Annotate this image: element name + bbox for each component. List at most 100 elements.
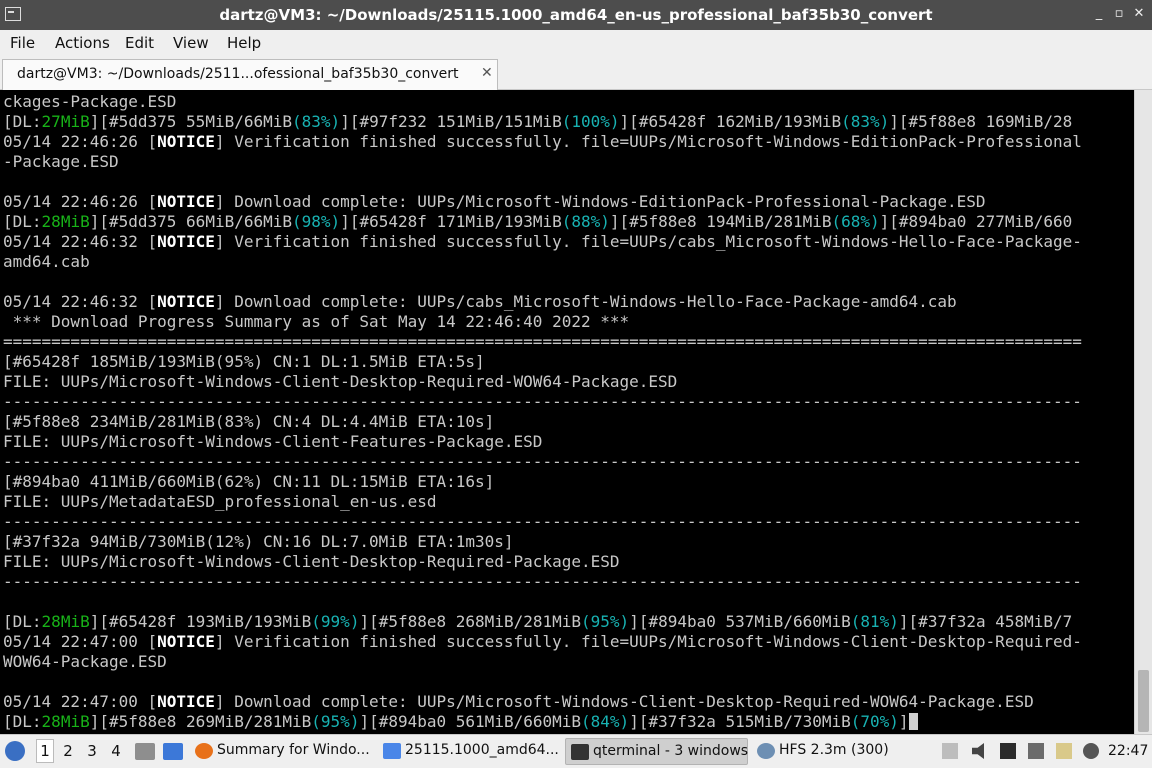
terminal-text: (95%)	[581, 612, 630, 631]
minimize-button[interactable]: _	[1090, 5, 1108, 23]
terminal-text: ] Download complete: UUPs/cabs_Microsoft…	[214, 292, 957, 311]
terminal-text: (95%)	[311, 712, 360, 731]
clipboard-icon[interactable]	[1056, 743, 1072, 759]
terminal-text: #65428f 171MiB/193MiB	[359, 212, 562, 231]
power-icon[interactable]	[1083, 743, 1099, 759]
task-label: 25115.1000_amd64...	[405, 742, 559, 758]
menu-file[interactable]: File	[10, 34, 35, 52]
terminal-line: [#37f32a 94MiB/730MiB(12%) CN:16 DL:7.0M…	[3, 532, 514, 552]
terminal-text: [	[3, 712, 13, 731]
terminal-text: DL:	[12, 112, 42, 131]
menu-actions[interactable]: Actions	[55, 34, 110, 52]
terminal-text: NOTICE	[157, 132, 215, 151]
terminal-text: DL:	[12, 712, 42, 731]
terminal-line: [#894ba0 411MiB/660MiB(62%) CN:11 DL:15M…	[3, 472, 494, 492]
tab-terminal[interactable]: dartz@VM3: ~/Downloads/2511...ofessional…	[2, 59, 498, 90]
menu-help[interactable]: Help	[227, 34, 261, 52]
terminal-line: [DL:27MiB][#5dd375 55MiB/66MiB(83%)][#97…	[3, 112, 1072, 132]
menu-edit[interactable]: Edit	[125, 34, 154, 52]
terminal-text: ] Download complete: UUPs/Microsoft-Wind…	[214, 692, 1034, 711]
terminal-text: ][	[879, 212, 899, 231]
terminal-text: ][	[340, 112, 360, 131]
terminal-text: #65428f 193MiB/193MiB	[108, 612, 312, 631]
window-titlebar[interactable]: dartz@VM3: ~/Downloads/25115.1000_amd64_…	[0, 0, 1152, 30]
tab-close-icon[interactable]: ✕	[481, 65, 493, 81]
terminal-text: 28MiB	[41, 712, 90, 731]
terminal-text: ][	[89, 612, 109, 631]
window-title: dartz@VM3: ~/Downloads/25115.1000_amd64_…	[219, 6, 933, 24]
start-menu-icon[interactable]	[5, 741, 25, 761]
terminal-text: (68%)	[831, 212, 880, 231]
hfs-icon	[757, 743, 775, 759]
terminal-text: 05/14 22:46:32 [	[3, 232, 158, 251]
terminal-text: ----------------------------------------…	[3, 452, 1082, 471]
terminal-line: 05/14 22:47:00 [NOTICE] Download complet…	[3, 692, 1034, 712]
file-manager-launcher-icon[interactable]	[135, 743, 155, 760]
tab-strip: dartz@VM3: ~/Downloads/2511...ofessional…	[0, 57, 1152, 90]
terminal-text: ] Verification finished successfully. fi…	[214, 232, 1082, 251]
volume-icon[interactable]	[972, 743, 984, 759]
terminal-line: FILE: UUPs/Microsoft-Windows-Client-Feat…	[3, 432, 542, 452]
desktop-launcher-icon[interactable]	[163, 743, 183, 760]
clock[interactable]: 22:47	[1108, 743, 1148, 759]
terminal-text: 05/14 22:47:00 [	[3, 632, 158, 651]
network-icon[interactable]	[1028, 743, 1044, 759]
terminal-text: #5f88e8 269MiB/281MiB	[108, 712, 312, 731]
terminal-text: (70%)	[850, 712, 899, 731]
hfs-tray-icon[interactable]	[1000, 743, 1016, 759]
terminal-text: 28MiB	[41, 612, 90, 631]
menu-view[interactable]: View	[173, 34, 209, 52]
tray-separator	[942, 743, 958, 759]
terminal-text: [#65428f 185MiB/193MiB(95%) CN:1 DL:1.5M…	[3, 352, 485, 371]
terminal-line: [DL:28MiB][#5f88e8 269MiB/281MiB(95%)][#…	[3, 712, 918, 732]
workspace-3[interactable]: 3	[84, 742, 100, 760]
terminal-line: ----------------------------------------…	[3, 452, 1082, 472]
terminal-text: ----------------------------------------…	[3, 572, 1082, 591]
text-cursor	[908, 713, 918, 730]
task-label: qterminal - 3 windows	[593, 743, 749, 759]
terminal-text: NOTICE	[157, 232, 215, 251]
terminal-text: (88%)	[561, 212, 610, 231]
terminal-line: ----------------------------------------…	[3, 572, 1082, 592]
terminal-text: #5f88e8 268MiB/281MiB	[378, 612, 582, 631]
folder-icon	[383, 743, 401, 759]
terminal-text: [	[3, 212, 13, 231]
terminal-text: NOTICE	[157, 292, 215, 311]
terminal-text: 28MiB	[41, 212, 90, 231]
task-folder[interactable]: 25115.1000_amd64...	[378, 738, 561, 765]
terminal-text: #5f88e8 169MiB/28	[908, 112, 1073, 131]
task-firefox[interactable]: Summary for Windo...	[190, 738, 373, 765]
terminal-text: ========================================…	[3, 332, 1082, 351]
terminal-text: DL:	[12, 612, 42, 631]
terminal-output[interactable]: ckages-Package.ESD [DL:27MiB][#5dd375 55M…	[0, 90, 1134, 734]
terminal-text: ] Verification finished successfully. fi…	[214, 632, 1082, 651]
terminal-line: 05/14 22:46:32 [NOTICE] Verification fin…	[3, 232, 1082, 252]
terminal-text: ----------------------------------------…	[3, 512, 1082, 531]
workspace-1[interactable]: 1	[36, 739, 54, 763]
terminal-line: FILE: UUPs/Microsoft-Windows-Client-Desk…	[3, 552, 620, 572]
terminal-text: ][	[898, 612, 919, 631]
terminal-text: amd64.cab	[3, 252, 90, 271]
terminal-scrollbar[interactable]	[1134, 90, 1152, 734]
close-button[interactable]: ✕	[1130, 5, 1148, 23]
terminal-text: ][	[629, 712, 649, 731]
terminal-line: -Package.ESD	[3, 152, 119, 172]
terminal-icon	[571, 744, 589, 760]
workspace-4[interactable]: 4	[108, 742, 124, 760]
terminal-text: DL:	[12, 212, 42, 231]
terminal-text: ckages-Package.ESD	[3, 92, 177, 111]
terminal-text: WOW64-Package.ESD	[3, 652, 167, 671]
firefox-icon	[195, 743, 213, 759]
workspace-2[interactable]: 2	[60, 742, 76, 760]
scrollbar-thumb[interactable]	[1138, 670, 1149, 732]
terminal-text: FILE: UUPs/MetadataESD_professional_en-u…	[3, 492, 437, 511]
terminal-text: (99%)	[311, 612, 360, 631]
task-hfs[interactable]: HFS 2.3m (300)	[752, 738, 935, 765]
maximize-button[interactable]: ▫	[1110, 5, 1128, 23]
terminal-text: NOTICE	[157, 632, 215, 651]
terminal-text: NOTICE	[157, 692, 215, 711]
terminal-text: #5f88e8 194MiB/281MiB	[629, 212, 832, 231]
task-qterminal[interactable]: qterminal - 3 windows	[565, 738, 748, 765]
terminal-text: #894ba0 277MiB/660	[898, 212, 1073, 231]
terminal-text: #37f32a 458MiB/7	[918, 612, 1073, 631]
